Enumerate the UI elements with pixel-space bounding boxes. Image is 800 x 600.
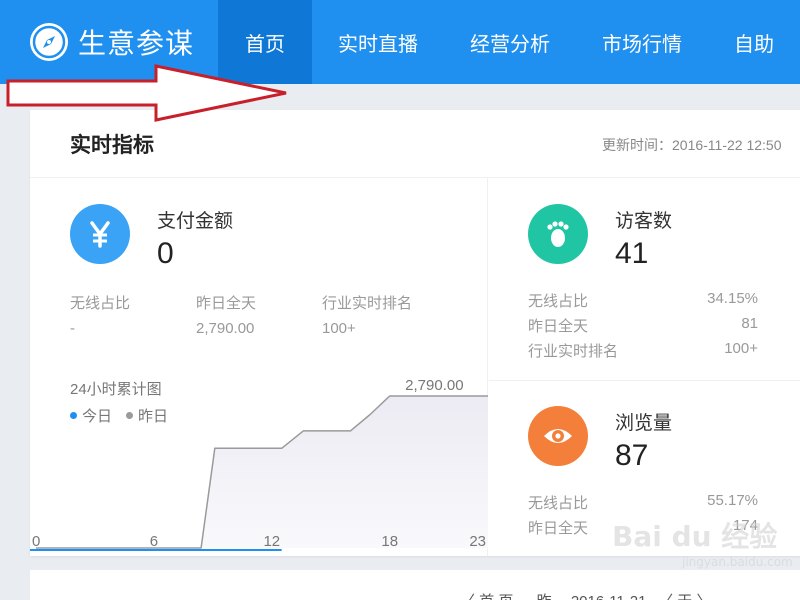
main-nav: 首页 实时直播 经营分析 市场行情 自助	[218, 0, 800, 84]
pageviews-label: 浏览量	[615, 413, 673, 434]
watermark-url: jingyan.baidu.com	[682, 555, 793, 569]
date-pager[interactable]: 〈 首 页 昨 2016-11-21 〈 天 〉	[460, 590, 711, 600]
legend-dot-yesterday	[126, 412, 134, 419]
legend-yesterday-label: 昨日	[138, 408, 169, 425]
x-tick-label: 23	[469, 533, 486, 550]
legend-yesterday[interactable]: 昨日	[126, 405, 168, 426]
app-title: 生意参谋	[78, 28, 195, 59]
legend-today-label: 今日	[82, 408, 113, 425]
annotation-arrow-icon	[6, 64, 287, 122]
pageviews-metric: 浏览量 87	[528, 406, 672, 473]
legend-dot-today	[70, 412, 77, 419]
x-tick-label: 0	[32, 533, 40, 550]
stat-value: 81	[741, 315, 758, 332]
nav-self-service[interactable]: 自助	[708, 0, 800, 84]
stat-label: 无线占比	[528, 293, 589, 310]
pageviews-value: 87	[615, 439, 649, 472]
legend-today[interactable]: 今日	[70, 405, 112, 426]
stat-label: 行业实时排名	[528, 343, 619, 360]
stat-label: 无线占比	[528, 495, 589, 512]
x-tick-label: 12	[263, 533, 280, 550]
x-tick-label: 6	[150, 533, 158, 550]
watermark-brand: Bai du 经验	[612, 520, 778, 553]
nav-live[interactable]: 实时直播	[312, 0, 444, 84]
stat-label: 昨日全天	[528, 520, 589, 537]
divider	[489, 380, 800, 381]
watermark-logo: Bai du 经验 jingyan.baidu.com	[612, 515, 793, 585]
visitors-stats: 无线占比 34.15% 昨日全天 81 行业实时排名 100+	[528, 290, 758, 365]
visitors-metric: 访客数 41	[528, 204, 672, 271]
footprint-icon	[528, 204, 588, 264]
card-title: 实时指标	[70, 133, 154, 157]
stat-value: 34.15%	[707, 290, 758, 307]
peak-data-label: 2,790.00	[405, 377, 463, 394]
compass-icon	[30, 23, 68, 61]
nav-market[interactable]: 市场行情	[576, 0, 708, 84]
chart-title: 24小时累计图	[70, 381, 162, 398]
stat-label: 昨日全天	[528, 318, 589, 335]
x-tick-label: 18	[381, 533, 398, 550]
payment-panel: 支付金额 0 无线占比 - 昨日全天 2,790.00 行业实时排名 100+ …	[30, 178, 488, 556]
cumulative-chart: 2,790.00 0 6 12 18 23	[30, 377, 488, 551]
stat-value: 55.17%	[707, 492, 758, 509]
visitors-label: 访客数	[615, 211, 673, 232]
visitors-value: 41	[615, 237, 649, 270]
update-time: 更新时间：2016-11-22 12:50	[602, 137, 782, 153]
nav-operations[interactable]: 经营分析	[444, 0, 576, 84]
chart-legend: 今日 昨日	[70, 405, 182, 426]
stat-value: 100+	[724, 340, 758, 357]
eye-icon	[528, 406, 588, 466]
realtime-card: 实时指标 更新时间：2016-11-22 12:50 支付金额 0 无线占比 -	[30, 110, 800, 556]
traffic-panel: 访客数 41 无线占比 34.15% 昨日全天 81 行业实时排名 100+ 浏览量 …	[489, 178, 800, 556]
